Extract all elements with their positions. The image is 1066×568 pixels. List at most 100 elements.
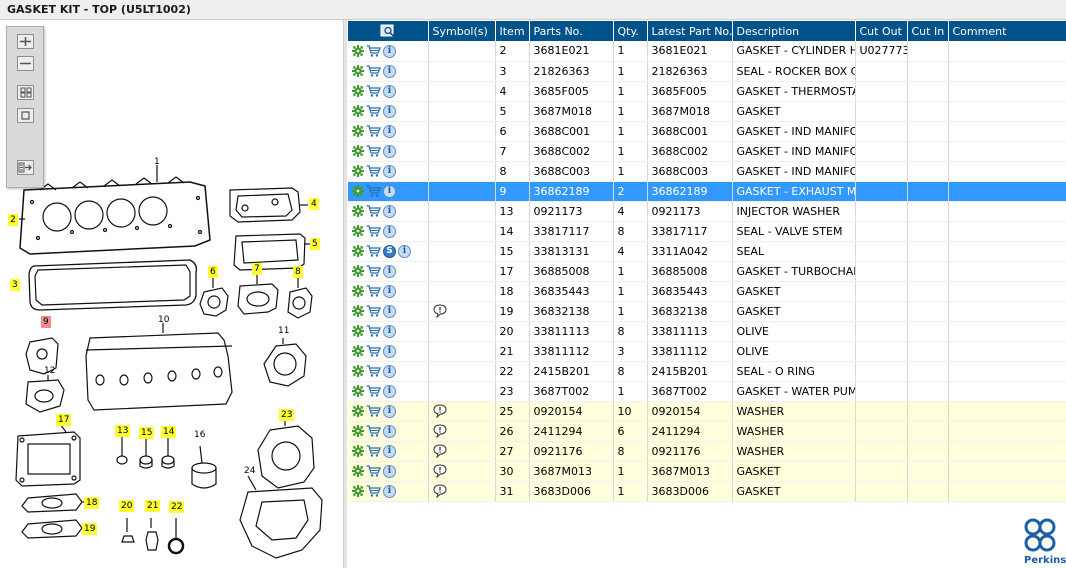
cart-icon[interactable] [366, 65, 381, 77]
table-row[interactable]: i 31 3683D006 1 3683D006 GASKET [348, 481, 1066, 502]
column-header-qty[interactable]: Qty. [613, 21, 648, 41]
diagram-callout[interactable]: 3 [10, 279, 20, 291]
info-icon[interactable]: i [383, 484, 396, 498]
cart-icon[interactable] [366, 285, 381, 297]
cart-icon[interactable] [366, 125, 381, 137]
diagram-callout[interactable]: 6 [208, 266, 218, 278]
gear-icon[interactable] [352, 45, 364, 57]
gear-icon[interactable] [352, 425, 364, 438]
info-icon[interactable]: i [383, 284, 396, 298]
info-icon[interactable]: i [383, 184, 396, 198]
column-header-item[interactable]: Item [495, 21, 530, 41]
info-icon[interactable]: i [383, 124, 396, 138]
cart-icon[interactable] [366, 105, 381, 117]
diagram-callout[interactable]: 17 [56, 414, 72, 426]
cart-icon[interactable] [366, 385, 381, 397]
table-row[interactable]: i1736885008136885008GASKET - TURBOCHARG [348, 261, 1066, 282]
column-header-parts-no[interactable]: Parts No. [529, 21, 614, 41]
info-icon[interactable]: i [383, 204, 396, 218]
gear-icon[interactable] [352, 285, 364, 298]
cart-icon[interactable] [366, 245, 381, 257]
diagram-callout[interactable]: 19 [82, 523, 98, 535]
note-icon[interactable] [432, 484, 447, 498]
diagram-callout[interactable]: 18 [84, 497, 100, 509]
search-icon[interactable] [380, 24, 396, 38]
table-row[interactable]: i 26 2411294 6 2411294 WASHER [348, 421, 1066, 442]
gear-icon[interactable] [352, 385, 364, 398]
diagram-pane[interactable]: 1 2 3 4 5 6 7 8 9 10 11 12 13 14 15 16 1… [0, 20, 343, 568]
diagram-callout[interactable]: 16 [194, 429, 205, 441]
info-icon[interactable]: i [383, 424, 396, 438]
note-icon[interactable] [432, 444, 447, 458]
gear-icon[interactable] [352, 485, 364, 498]
diagram-callout[interactable]: 23 [279, 409, 295, 421]
cart-icon[interactable] [366, 325, 381, 337]
gear-icon[interactable] [352, 465, 364, 478]
diagram-callout[interactable]: 11 [278, 325, 289, 337]
cart-icon[interactable] [366, 85, 381, 97]
gear-icon[interactable] [352, 265, 364, 278]
info-icon[interactable]: i [383, 264, 396, 278]
info-icon[interactable]: i [383, 104, 396, 118]
diagram-callout[interactable]: 20 [119, 500, 135, 512]
column-header-symbols[interactable]: Symbol(s) [428, 21, 496, 41]
table-row[interactable]: i 20 33811113 8 33811113 OLIVE [348, 321, 1066, 342]
diagram-callout[interactable]: 10 [158, 314, 169, 326]
column-header-comment[interactable]: Comment [948, 21, 1066, 41]
column-header-cut-out[interactable]: Cut Out [855, 21, 908, 41]
diagram-callout[interactable]: 2 [8, 214, 18, 226]
table-row[interactable]: i 13 0921173 4 0921173 INJECTOR WASHER [348, 201, 1066, 222]
table-row[interactable]: i 14 33817117 8 33817117 SEAL - VALVE STEM [348, 221, 1066, 242]
diagram-callout[interactable]: 1 [154, 156, 160, 168]
diagram-callout[interactable]: 8 [293, 266, 303, 278]
table-row[interactable]: i 22 2415B201 8 2415B201 SEAL - O RING [348, 361, 1066, 382]
info-icon[interactable]: i [383, 344, 396, 358]
column-header-cut-in[interactable]: Cut In [907, 21, 949, 41]
table-row[interactable]: i 23 3687T002 1 3687T002 GASKET - WATER PUMP [348, 381, 1066, 402]
diagram-callout[interactable]: 21 [145, 500, 161, 512]
table-row[interactable]: i 27 0921176 8 0921176 WASHER [348, 441, 1066, 462]
cart-icon[interactable] [366, 225, 381, 237]
info-icon[interactable]: i [383, 384, 396, 398]
table-row[interactable]: i 25 0920154 10 0920154 WASHER [348, 401, 1066, 422]
zoom-in-button[interactable] [17, 34, 34, 49]
gear-icon[interactable] [352, 65, 364, 78]
table-row[interactable]: i 21 33811112 3 33811112 OLIVE [348, 341, 1066, 362]
table-row[interactable]: i 18 36835443 1 36835443 GASKET [348, 281, 1066, 302]
cart-icon[interactable] [366, 485, 381, 497]
cart-icon[interactable] [366, 145, 381, 157]
table-row[interactable]: i 6 3688C001 1 3688C001 GASKET - IND MANIFOL [348, 121, 1066, 142]
diagram-callout[interactable]: 5 [310, 238, 320, 250]
gear-icon[interactable] [352, 365, 364, 378]
gear-icon[interactable] [352, 105, 364, 118]
cart-icon[interactable] [366, 465, 381, 477]
info-icon[interactable]: i [383, 324, 396, 338]
diagram-callout[interactable]: 15 [139, 427, 155, 439]
info-icon[interactable]: i [383, 404, 396, 418]
gear-icon[interactable] [352, 205, 364, 218]
gear-icon[interactable] [352, 145, 364, 158]
table-row[interactable]: i936862189236862189GASKET - EXHAUST MAN [348, 181, 1066, 202]
table-row[interactable]: i 3 21826363 1 21826363 SEAL - ROCKER BOX CO [348, 61, 1066, 82]
table-row[interactable]: i 19 36832138 1 36832138 GASKET [348, 301, 1066, 322]
gear-icon[interactable] [352, 125, 364, 138]
info-icon[interactable]: i [398, 244, 411, 258]
cart-icon[interactable] [366, 165, 381, 177]
table-row[interactable]: i 30 3687M013 1 3687M013 GASKET [348, 461, 1066, 482]
note-icon[interactable] [432, 424, 447, 438]
table-row[interactable]: Si 15 33813131 4 3311A042 SEAL [348, 241, 1066, 262]
info-icon[interactable]: i [383, 364, 396, 378]
info-icon[interactable]: i [383, 144, 396, 158]
table-row[interactable]: i 5 3687M018 1 3687M018 GASKET [348, 101, 1066, 122]
export-button[interactable] [17, 160, 34, 175]
gear-icon[interactable] [352, 225, 364, 238]
cart-icon[interactable] [366, 345, 381, 357]
note-icon[interactable] [432, 304, 447, 318]
column-header-latest-part-no[interactable]: Latest Part No. [647, 21, 733, 41]
diagram-callout[interactable]: 4 [309, 198, 319, 210]
gear-icon[interactable] [352, 85, 364, 98]
gear-icon[interactable] [352, 305, 364, 318]
info-icon[interactable]: i [383, 164, 396, 178]
info-icon[interactable]: i [383, 444, 396, 458]
cart-icon[interactable] [366, 365, 381, 377]
